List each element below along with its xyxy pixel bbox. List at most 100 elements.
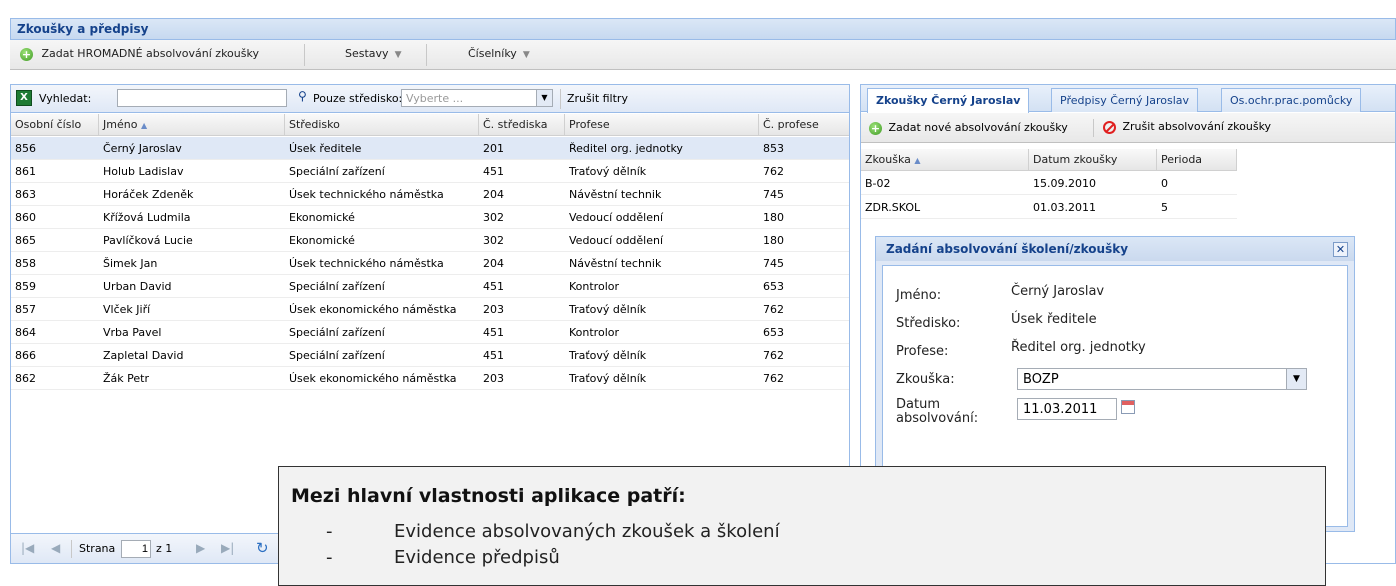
bullet-dash: - bbox=[326, 521, 333, 542]
col-header-prof-no[interactable]: Č. profese bbox=[759, 114, 849, 136]
table-row[interactable]: B-02 15.09.2010 0 bbox=[861, 172, 1237, 195]
search-input[interactable] bbox=[117, 89, 287, 107]
exam-toolbar: + Zadat nové absolvování zkoušky Zrušit … bbox=[861, 113, 1395, 143]
calendar-icon-header bbox=[1122, 401, 1134, 405]
cell-dept-no: 302 bbox=[483, 211, 504, 224]
close-icon[interactable]: ✕ bbox=[1333, 242, 1348, 257]
prev-page-icon[interactable]: ◀ bbox=[51, 541, 60, 555]
table-row[interactable]: 856 Černý Jaroslav Úsek ředitele 201 Ředitel… bbox=[11, 137, 849, 160]
cell-profession-no: 180 bbox=[763, 211, 784, 224]
cell-name: Zapletal David bbox=[103, 349, 184, 362]
exam-col-header-name[interactable]: Zkouška ▲ bbox=[861, 149, 1029, 171]
tab-strip: Zkoušky Černý Jaroslav Předpisy Černý Ja… bbox=[861, 85, 1395, 113]
toolbar-divider bbox=[304, 44, 305, 66]
cell-id: 856 bbox=[15, 142, 36, 155]
table-row[interactable]: 865 Pavlíčková Lucie Ekonomické 302 Vedoucí … bbox=[11, 229, 849, 252]
cell-id: 857 bbox=[15, 303, 36, 316]
search-label: Vyhledat: bbox=[39, 92, 92, 105]
table-row[interactable]: 857 Vlček Jiří Úsek ekonomického náměstka 2… bbox=[11, 298, 849, 321]
cancel-exam-button[interactable]: Zrušit absolvování zkoušky bbox=[1103, 120, 1271, 134]
exam-select[interactable]: BOZP ▼ bbox=[1017, 368, 1307, 390]
col-header-name-label: Jméno bbox=[103, 118, 138, 131]
chevron-down-icon[interactable]: ▼ bbox=[1286, 369, 1306, 389]
cell-id: 859 bbox=[15, 280, 36, 293]
exam-col-header-period[interactable]: Perioda bbox=[1157, 149, 1237, 171]
cell-profession: Traťový dělník bbox=[569, 303, 647, 316]
bulk-exam-button[interactable]: + Zadat HROMADNÉ absolvování zkoušky bbox=[20, 47, 259, 61]
cell-profession: Ředitel org. jednotky bbox=[569, 142, 683, 155]
table-row[interactable]: 866 Zapletal David Speciální zařízení 451 Tr… bbox=[11, 344, 849, 367]
cell-profession: Traťový dělník bbox=[569, 165, 647, 178]
chevron-down-icon: ▼ bbox=[394, 50, 402, 60]
callout-title: Mezi hlavní vlastnosti aplikace patří: bbox=[291, 485, 686, 507]
last-page-icon[interactable]: ▶| bbox=[221, 541, 234, 555]
cell-name: Vlček Jiří bbox=[103, 303, 151, 316]
next-page-icon[interactable]: ▶ bbox=[196, 541, 205, 555]
tab-protective-aids[interactable]: Os.ochr.prac.pomůcky bbox=[1221, 88, 1362, 112]
date-value: 11.03.2011 bbox=[1023, 402, 1098, 417]
exams-header: Zkouška ▲ Datum zkoušky Perioda bbox=[861, 149, 1237, 171]
dept-only-label: Pouze středisko: bbox=[313, 92, 403, 105]
bullet-dash: - bbox=[326, 547, 333, 568]
cell-dept: Speciální zařízení bbox=[289, 280, 385, 293]
cell-id: 861 bbox=[15, 165, 36, 178]
cell-exam: ZDR.SKOL bbox=[865, 201, 921, 214]
table-row[interactable]: 864 Vrba Pavel Speciální zařízení 451 Kontro… bbox=[11, 321, 849, 344]
cell-exam-period: 5 bbox=[1161, 201, 1168, 214]
cell-name: Křížová Ludmila bbox=[103, 211, 191, 224]
table-row[interactable]: 863 Horáček Zdeněk Úsek technického náměst… bbox=[11, 183, 849, 206]
pager-divider bbox=[71, 540, 72, 558]
table-row[interactable]: 860 Křížová Ludmila Ekonomické 302 Vedoucí o… bbox=[11, 206, 849, 229]
add-exam-button[interactable]: + Zadat nové absolvování zkoušky bbox=[869, 121, 1068, 135]
cell-profession-no: 745 bbox=[763, 257, 784, 270]
col-header-dept[interactable]: Středisko bbox=[285, 114, 479, 136]
cell-name: Vrba Pavel bbox=[103, 326, 162, 339]
sort-asc-icon: ▲ bbox=[914, 156, 921, 165]
calendar-icon[interactable] bbox=[1121, 400, 1135, 414]
add-icon: + bbox=[869, 121, 882, 135]
col-header-dept-no[interactable]: Č. střediska bbox=[479, 114, 565, 136]
cell-dept-no: 203 bbox=[483, 303, 504, 316]
exam-col-header-date[interactable]: Datum zkoušky bbox=[1029, 149, 1157, 171]
first-page-icon[interactable]: |◀ bbox=[21, 541, 34, 555]
cell-id: 863 bbox=[15, 188, 36, 201]
dept-value: Úsek ředitele bbox=[1011, 312, 1097, 327]
dept-select[interactable]: Vyberte ... ▼ bbox=[401, 89, 553, 107]
reports-menu-button[interactable]: Sestavy ▼ bbox=[345, 47, 401, 60]
table-row[interactable]: 862 Žák Petr Úsek ekonomického náměstka 203… bbox=[11, 367, 849, 390]
cell-profession-no: 180 bbox=[763, 234, 784, 247]
cell-dept-no: 451 bbox=[483, 326, 504, 339]
cell-profession-no: 762 bbox=[763, 165, 784, 178]
excel-export-icon[interactable]: X bbox=[16, 90, 32, 106]
cell-profession: Vedoucí oddělení bbox=[569, 211, 664, 224]
cell-exam-date: 01.03.2011 bbox=[1033, 201, 1096, 214]
filter-bar: X Vyhledat: ⚲ Pouze středisko: Vyberte .… bbox=[11, 85, 849, 113]
main-toolbar: + Zadat HROMADNÉ absolvování zkoušky Ses… bbox=[10, 40, 1396, 70]
tab-regulations[interactable]: Předpisy Černý Jaroslav bbox=[1051, 88, 1199, 112]
page-input[interactable] bbox=[121, 540, 151, 558]
cell-exam-date: 15.09.2010 bbox=[1033, 177, 1096, 190]
cell-exam-period: 0 bbox=[1161, 177, 1168, 190]
date-input[interactable]: 11.03.2011 bbox=[1017, 398, 1117, 420]
cell-dept: Úsek ředitele bbox=[289, 142, 362, 155]
cell-dept-no: 451 bbox=[483, 165, 504, 178]
tab-exams[interactable]: Zkoušky Černý Jaroslav bbox=[867, 88, 1030, 113]
cell-profession-no: 653 bbox=[763, 280, 784, 293]
cell-id: 864 bbox=[15, 326, 36, 339]
search-icon[interactable]: ⚲ bbox=[298, 89, 307, 103]
table-row[interactable]: ZDR.SKOL 01.03.2011 5 bbox=[861, 196, 1237, 219]
col-header-prof[interactable]: Profese bbox=[565, 114, 759, 136]
table-row[interactable]: 858 Šimek Jan Úsek technického náměstka 204… bbox=[11, 252, 849, 275]
clear-filters-button[interactable]: Zrušit filtry bbox=[567, 92, 628, 105]
exam-select-value: BOZP bbox=[1023, 372, 1059, 387]
table-row[interactable]: 859 Urban David Speciální zařízení 451 Kontr… bbox=[11, 275, 849, 298]
cell-name: Šimek Jan bbox=[103, 257, 158, 270]
table-row[interactable]: 861 Holub Ladislav Speciální zařízení 451 Tr… bbox=[11, 160, 849, 183]
refresh-icon[interactable]: ↻ bbox=[256, 539, 269, 557]
codes-menu-button[interactable]: Číselníky ▼ bbox=[468, 47, 530, 60]
chevron-down-icon[interactable]: ▼ bbox=[536, 90, 552, 106]
exam-label: Zkouška: bbox=[896, 372, 955, 387]
cell-dept-no: 204 bbox=[483, 188, 504, 201]
col-header-id[interactable]: Osobní číslo bbox=[11, 114, 99, 136]
col-header-name[interactable]: Jméno ▲ bbox=[99, 114, 285, 136]
